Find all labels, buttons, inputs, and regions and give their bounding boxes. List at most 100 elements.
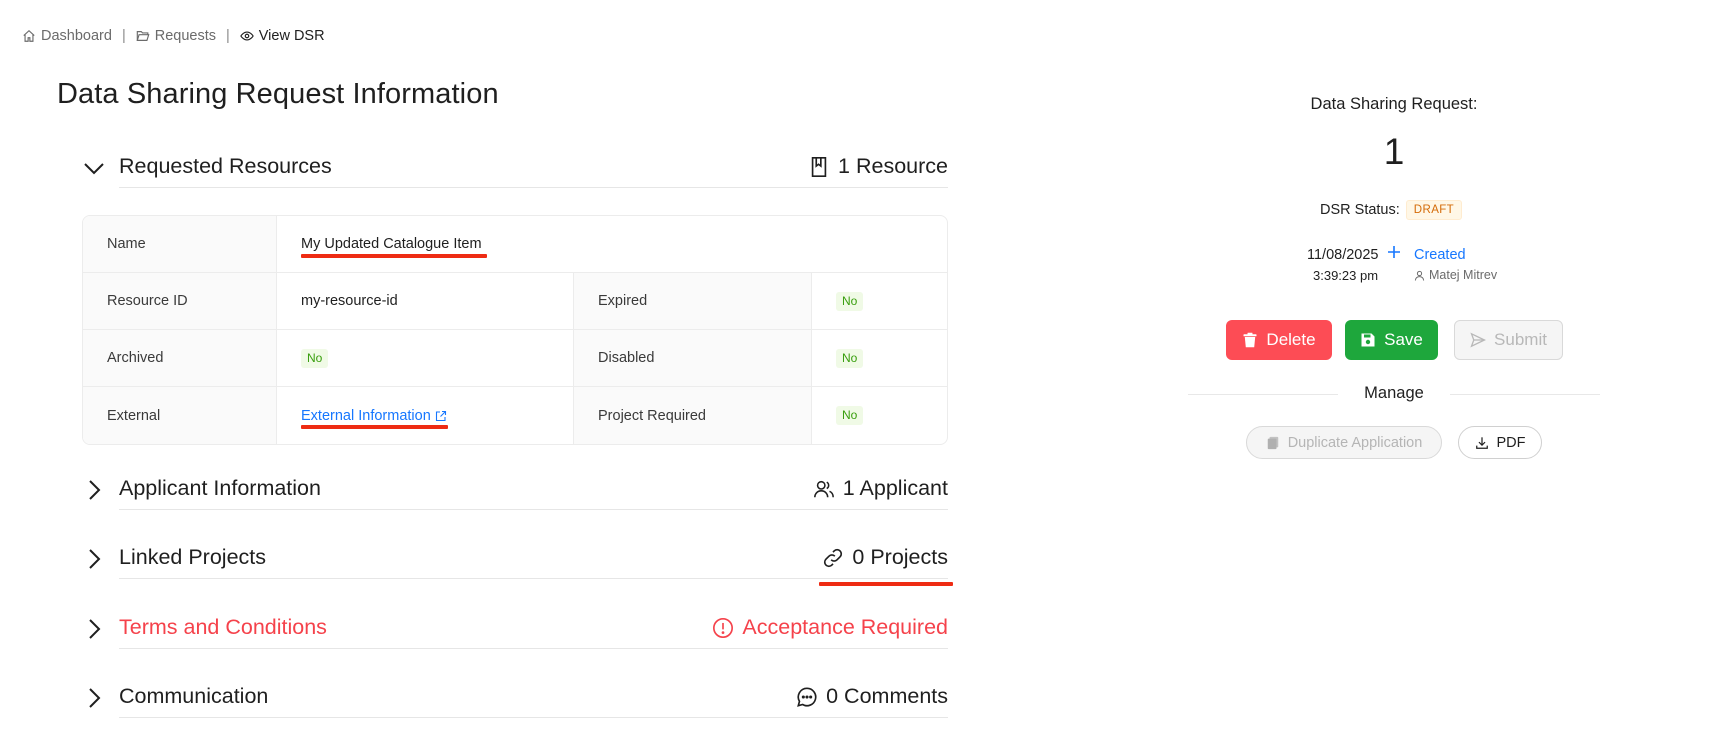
section-divider bbox=[119, 509, 948, 510]
annotation-underline bbox=[819, 582, 953, 586]
archived-cell: No bbox=[277, 330, 574, 386]
dsr-status: DSR Status: DRAFT bbox=[1320, 200, 1463, 220]
section-summary-label: 0 Projects bbox=[852, 545, 948, 569]
section-summary: 1 Applicant bbox=[813, 476, 948, 501]
section-divider bbox=[119, 187, 948, 188]
page-title: Data Sharing Request Information bbox=[57, 78, 499, 110]
send-icon bbox=[1470, 332, 1487, 348]
annotation-underline bbox=[301, 254, 487, 258]
folder-open-icon bbox=[136, 31, 150, 41]
annotation-underline bbox=[301, 425, 448, 429]
breadcrumb-label: Requests bbox=[154, 28, 216, 44]
resource-id-value: my-resource-id bbox=[277, 273, 574, 329]
save-label: Save bbox=[1384, 330, 1423, 349]
eye-icon bbox=[239, 31, 254, 41]
disabled-tag: No bbox=[836, 348, 864, 368]
section-requested-resources: Requested Resources 1 Resource bbox=[82, 148, 948, 188]
link-icon bbox=[824, 548, 843, 567]
chevron-right-icon[interactable] bbox=[82, 478, 106, 502]
archived-label: Archived bbox=[83, 330, 277, 386]
external-link-label: External Information bbox=[301, 407, 431, 424]
delete-button[interactable]: Delete bbox=[1226, 320, 1332, 360]
section-linked-projects: Linked Projects 0 Projects bbox=[82, 539, 948, 579]
project-required-cell: No bbox=[812, 387, 947, 444]
name-label: Name bbox=[83, 216, 277, 272]
breadcrumb-label: View DSR bbox=[258, 28, 325, 44]
status-badge: DRAFT bbox=[1405, 200, 1463, 220]
external-information-link[interactable]: External Information bbox=[301, 408, 447, 424]
resource-id-label: Resource ID bbox=[83, 273, 277, 329]
section-summary: 0 Comments bbox=[796, 684, 948, 709]
book-icon bbox=[811, 156, 827, 177]
table-row: Resource ID my-resource-id Expired No bbox=[83, 273, 947, 330]
section-title[interactable]: Linked Projects bbox=[119, 545, 266, 570]
chevron-right-icon[interactable] bbox=[82, 686, 106, 710]
breadcrumb: Dashboard | Requests | View DSR bbox=[22, 28, 325, 44]
user-icon bbox=[1414, 270, 1425, 281]
history-user: Matej Mitrev bbox=[1414, 268, 1497, 282]
external-cell: External Information bbox=[277, 387, 574, 444]
section-summary: 1 Resource bbox=[808, 154, 948, 179]
pdf-label: PDF bbox=[1496, 434, 1526, 451]
section-applicant-information: Applicant Information 1 Applicant bbox=[82, 470, 948, 510]
project-required-tag: No bbox=[836, 406, 864, 425]
section-summary-label: 1 Applicant bbox=[842, 476, 948, 500]
section-terms-and-conditions: Terms and Conditions Acceptance Required bbox=[82, 609, 948, 649]
breadcrumb-separator: | bbox=[225, 28, 230, 44]
exclamation-circle-icon bbox=[713, 617, 734, 638]
project-required-label: Project Required bbox=[574, 387, 812, 444]
chevron-right-icon[interactable] bbox=[82, 617, 106, 641]
external-link-icon bbox=[435, 410, 446, 421]
manage-divider-left bbox=[1188, 394, 1338, 395]
trash-icon bbox=[1243, 332, 1257, 348]
duplicate-application-button[interactable]: Duplicate Application bbox=[1246, 426, 1442, 459]
breadcrumb-separator: | bbox=[121, 28, 126, 44]
expired-tag: No bbox=[836, 291, 864, 311]
section-title[interactable]: Terms and Conditions bbox=[119, 615, 327, 640]
table-row: Archived No Disabled No bbox=[83, 330, 947, 387]
table-row: Name My Updated Catalogue Item bbox=[83, 216, 947, 273]
history-user-name: Matej Mitrev bbox=[1429, 268, 1498, 282]
table-row: External External Information Project Re… bbox=[83, 387, 947, 444]
breadcrumb-view-dsr: View DSR bbox=[239, 28, 325, 44]
home-icon bbox=[23, 29, 35, 42]
section-title[interactable]: Requested Resources bbox=[119, 154, 332, 179]
manage-divider-right bbox=[1450, 394, 1600, 395]
section-divider bbox=[119, 578, 948, 579]
resource-details-table: Name My Updated Catalogue Item Resource … bbox=[82, 215, 948, 445]
expired-cell: No bbox=[812, 273, 947, 329]
save-icon bbox=[1361, 333, 1375, 347]
expired-label: Expired bbox=[574, 273, 812, 329]
disabled-label: Disabled bbox=[574, 330, 812, 386]
save-button[interactable]: Save bbox=[1345, 320, 1438, 360]
breadcrumb-requests[interactable]: Requests bbox=[136, 28, 216, 44]
duplicate-label: Duplicate Application bbox=[1287, 434, 1423, 451]
submit-button[interactable]: Submit bbox=[1454, 320, 1563, 360]
disabled-cell: No bbox=[812, 330, 947, 386]
dsr-status-label: DSR Status: bbox=[1320, 202, 1400, 218]
dsr-label: Data Sharing Request: bbox=[1310, 95, 1478, 113]
section-summary: Acceptance Required bbox=[712, 615, 948, 640]
manage-heading: Manage bbox=[1364, 384, 1424, 402]
section-divider bbox=[119, 717, 948, 718]
chevron-down-icon[interactable] bbox=[82, 156, 106, 180]
dsr-number: 1 bbox=[1383, 131, 1405, 172]
section-title[interactable]: Applicant Information bbox=[119, 476, 321, 501]
comment-icon bbox=[797, 686, 817, 707]
external-label: External bbox=[83, 387, 277, 444]
breadcrumb-dashboard[interactable]: Dashboard bbox=[22, 28, 112, 44]
chevron-right-icon[interactable] bbox=[82, 547, 106, 571]
archived-tag: No bbox=[301, 348, 329, 368]
delete-label: Delete bbox=[1266, 330, 1316, 349]
users-icon bbox=[813, 480, 834, 497]
section-summary: 0 Projects bbox=[822, 545, 948, 570]
submit-label: Submit bbox=[1494, 330, 1547, 349]
section-summary-label: Acceptance Required bbox=[742, 615, 948, 639]
name-value: My Updated Catalogue Item bbox=[301, 236, 482, 252]
section-title[interactable]: Communication bbox=[119, 684, 268, 709]
section-communication: Communication 0 Comments bbox=[82, 678, 948, 718]
pdf-button[interactable]: PDF bbox=[1458, 426, 1542, 459]
download-icon bbox=[1475, 436, 1488, 449]
plus-icon bbox=[1388, 246, 1400, 258]
section-summary-label: 0 Comments bbox=[826, 684, 948, 708]
